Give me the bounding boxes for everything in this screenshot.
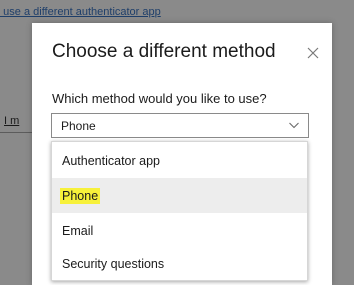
option-email[interactable]: Email bbox=[52, 213, 307, 248]
option-phone[interactable]: Phone bbox=[52, 178, 307, 213]
dialog-title: Choose a different method bbox=[52, 41, 276, 62]
method-dropdown-list: Authenticator app Phone Email Security q… bbox=[51, 141, 308, 281]
option-authenticator-app[interactable]: Authenticator app bbox=[52, 143, 307, 178]
background-link-partial: I m bbox=[4, 115, 20, 127]
close-icon[interactable] bbox=[302, 42, 324, 64]
option-label-highlighted: Phone bbox=[60, 187, 101, 204]
method-question-label: Which method would you like to use? bbox=[52, 91, 267, 106]
option-label: Authenticator app bbox=[62, 153, 160, 168]
option-security-questions[interactable]: Security questions bbox=[52, 246, 307, 281]
method-select[interactable]: Phone bbox=[51, 113, 309, 138]
background-divider bbox=[0, 132, 34, 133]
close-icon-glyph bbox=[307, 47, 319, 59]
background-link-different-app: o use a different authenticator app bbox=[0, 6, 161, 18]
chevron-down-icon bbox=[289, 122, 299, 129]
option-label: Security questions bbox=[62, 256, 165, 271]
method-select-value: Phone bbox=[61, 119, 96, 133]
option-label: Email bbox=[62, 223, 94, 238]
